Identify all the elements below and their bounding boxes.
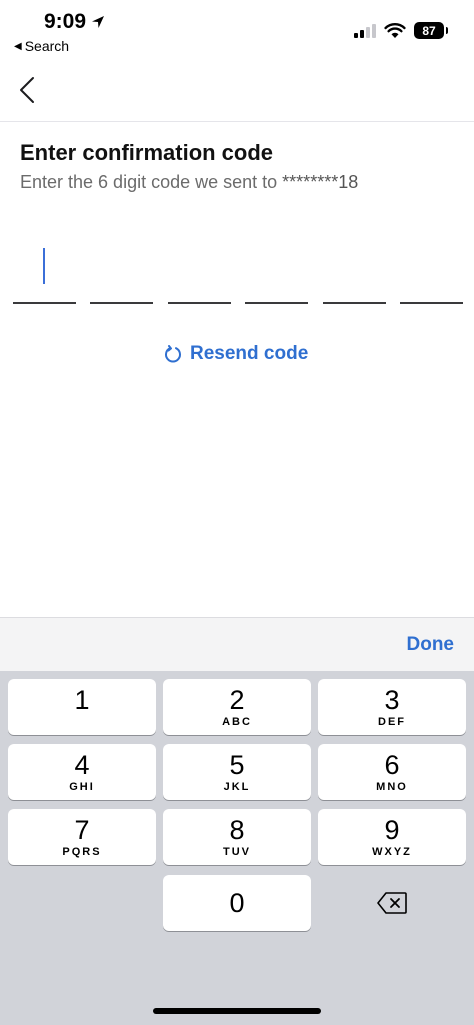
key-2[interactable]: 2 ABC [163,679,311,735]
resend-code-button[interactable]: Resend code [164,343,308,365]
code-input-row[interactable] [13,240,463,304]
key-8[interactable]: 8 TUV [163,809,311,865]
key-4[interactable]: 4 GHI [8,744,156,800]
key-7[interactable]: 7 PQRS [8,809,156,865]
home-indicator [153,1008,321,1014]
code-digit-4[interactable] [245,240,309,304]
resend-code-label: Resend code [190,343,309,364]
code-digit-5[interactable] [322,240,386,304]
wifi-icon [384,22,406,38]
back-to-app-label: Search [24,38,70,54]
keyboard-toolbar: Done [0,617,474,671]
key-5[interactable]: 5 JKL [163,744,311,800]
status-time-text: 9:09 [44,10,87,33]
cellular-signal-icon [354,23,376,38]
location-arrow-icon [92,16,105,28]
done-button[interactable]: Done [407,634,455,656]
nav-bar [0,62,474,122]
key-6[interactable]: 6 MNO [318,744,466,800]
key-9[interactable]: 9 WXYZ [318,809,466,865]
page-title: Enter confirmation code [20,140,274,165]
chevron-left-icon[interactable] [16,74,40,106]
status-indicators: 87 [354,22,448,39]
masked-phone-number: ********18 [282,172,359,192]
backspace-icon [377,892,407,914]
key-1[interactable]: 1 [8,679,156,735]
page-subtitle: Enter the 6 digit code we sent to ******… [20,172,358,193]
refresh-icon [165,345,181,363]
key-0[interactable]: 0 [163,875,311,931]
status-time: 9:09 [44,10,106,34]
code-digit-1[interactable] [13,240,76,304]
code-digit-3[interactable] [167,240,231,304]
back-to-app-link[interactable]: ◀ Search [14,38,69,54]
battery-indicator: 87 [414,22,448,39]
text-cursor [43,248,45,284]
delete-key[interactable] [318,875,466,931]
numeric-keypad: 1 2 ABC 3 DEF 4 GHI 5 JKL 6 MNO 7 PQRS 8… [0,671,474,1025]
subtitle-text: Enter the 6 digit code we sent to [20,172,283,192]
status-bar: 9:09 ◀ Search 87 [0,0,474,62]
back-triangle-icon: ◀ [14,40,22,52]
code-digit-2[interactable] [90,240,154,304]
key-3[interactable]: 3 DEF [318,679,466,735]
code-digit-6[interactable] [399,240,463,304]
